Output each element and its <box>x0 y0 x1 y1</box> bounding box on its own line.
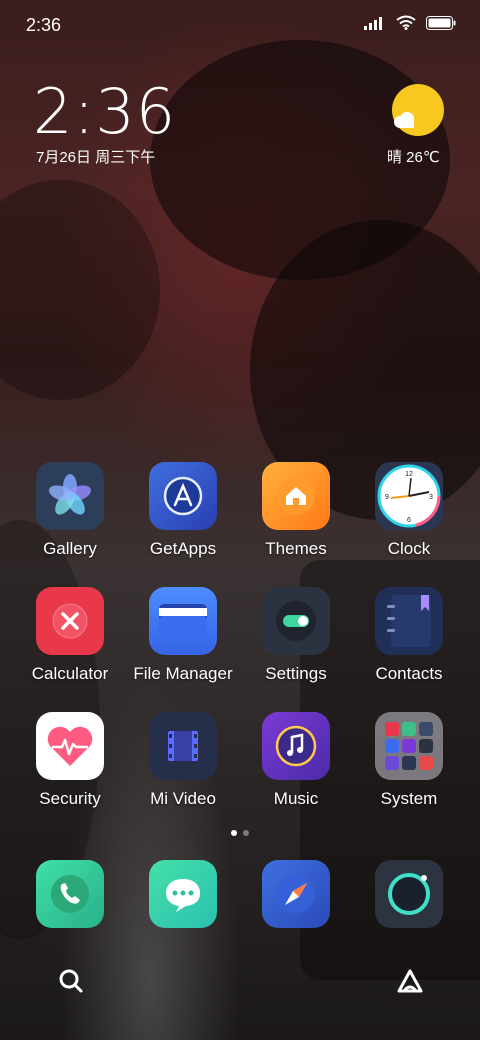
svg-text:6: 6 <box>407 517 411 524</box>
system-folder-icon <box>375 712 443 780</box>
app-label: GetApps <box>149 539 217 558</box>
app-themes[interactable]: Themes <box>241 462 351 559</box>
app-file-manager[interactable]: File Manager <box>128 587 238 684</box>
status-icons <box>364 15 456 30</box>
dock-messages[interactable] <box>128 860 238 928</box>
app-label: Themes <box>265 539 327 558</box>
weather-sun-icon[interactable] <box>392 84 444 136</box>
app-clock[interactable]: 12 3 6 9 Clock <box>354 462 464 559</box>
search-icon <box>59 969 83 993</box>
app-label: Music <box>273 789 319 808</box>
app-label: Calculator <box>31 664 109 683</box>
svg-text:12: 12 <box>405 471 413 478</box>
search-button[interactable] <box>56 966 86 1001</box>
phone-icon <box>36 860 104 928</box>
status-time: 2:36 <box>26 15 62 35</box>
battery-icon <box>426 15 456 30</box>
camera-icon <box>375 860 443 928</box>
getapps-icon <box>149 462 217 530</box>
dock-browser[interactable] <box>241 860 351 928</box>
page-dot-active <box>231 830 237 836</box>
app-label: Clock <box>387 539 431 558</box>
clock-icon: 12 3 6 9 <box>375 462 443 530</box>
app-getapps[interactable]: GetApps <box>128 462 238 559</box>
app-contacts[interactable]: Contacts <box>354 587 464 684</box>
app-vault-icon <box>397 969 423 993</box>
app-label: System <box>380 789 438 808</box>
app-gallery[interactable]: Gallery <box>15 462 125 559</box>
app-label: Contacts <box>375 664 443 683</box>
messages-icon <box>149 860 217 928</box>
browser-icon <box>262 860 330 928</box>
page-dot <box>243 830 249 836</box>
app-system-folder[interactable]: System <box>354 712 464 809</box>
status-bar: 2:36 <box>0 0 480 50</box>
contacts-icon <box>375 587 443 655</box>
app-label: Gallery <box>43 539 97 558</box>
widget-date: 7月26日 周三下午 <box>36 149 156 166</box>
gallery-icon <box>36 462 104 530</box>
app-calculator[interactable]: Calculator <box>15 587 125 684</box>
music-icon <box>262 712 330 780</box>
page-indicator <box>0 830 480 836</box>
app-vault-button[interactable] <box>393 963 427 1002</box>
dock-camera[interactable] <box>354 860 464 928</box>
wifi-icon <box>396 15 416 30</box>
app-label: File Manager <box>133 664 233 683</box>
svg-text:9: 9 <box>385 494 389 501</box>
security-icon <box>36 712 104 780</box>
app-security[interactable]: Security <box>15 712 125 809</box>
app-music[interactable]: Music <box>241 712 351 809</box>
themes-icon <box>262 462 330 530</box>
calculator-icon <box>36 587 104 655</box>
svg-text:3: 3 <box>429 494 433 501</box>
app-label: Security <box>39 789 101 808</box>
widget-weather: 晴 26℃ <box>387 149 440 166</box>
app-settings[interactable]: Settings <box>241 587 351 684</box>
dock-phone[interactable] <box>15 860 125 928</box>
file-manager-icon <box>149 587 217 655</box>
app-label: Settings <box>265 664 327 683</box>
app-mi-video[interactable]: Mi Video <box>128 712 238 809</box>
mi-video-icon <box>149 712 217 780</box>
signal-icon <box>364 16 382 30</box>
weather-cloud-icon <box>394 112 414 128</box>
widget-clock[interactable]: 2:36 <box>33 75 176 148</box>
app-label: Mi Video <box>150 789 216 808</box>
settings-icon <box>262 587 330 655</box>
